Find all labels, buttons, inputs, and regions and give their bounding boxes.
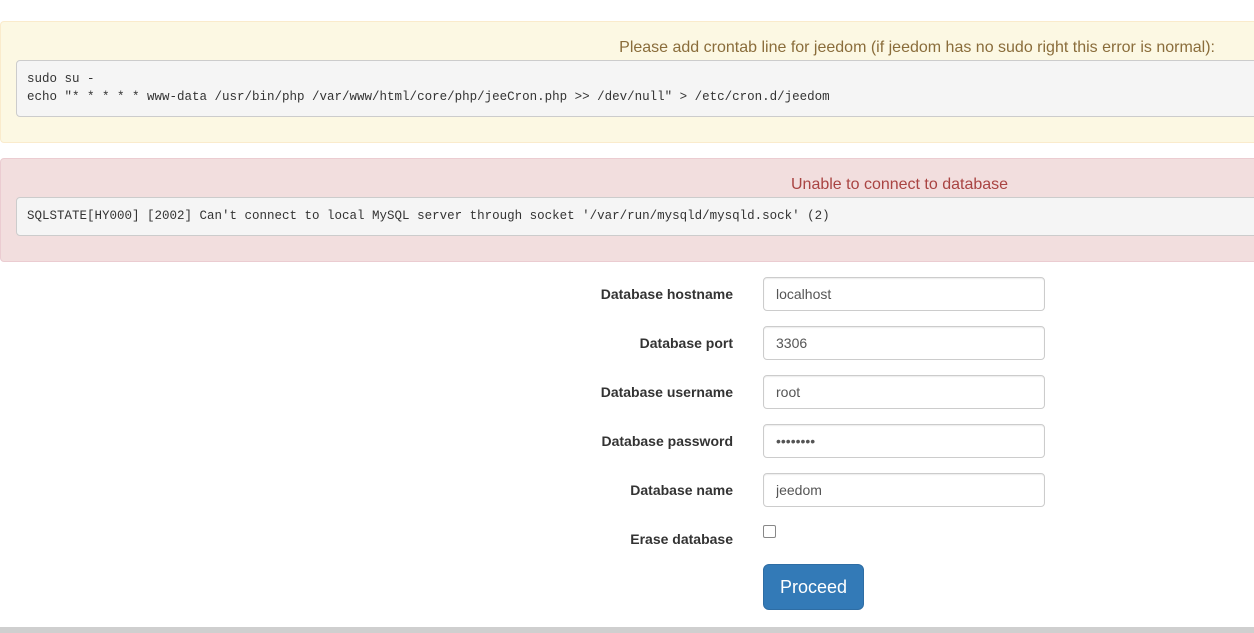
- database-error-code: SQLSTATE[HY000] [2002] Can't connect to …: [16, 197, 1254, 236]
- password-row: Database password: [0, 424, 1254, 458]
- port-row: Database port: [0, 326, 1254, 360]
- dbname-input[interactable]: [763, 473, 1045, 507]
- hostname-input[interactable]: [763, 277, 1045, 311]
- database-error-alert: Unable to connect to database SQLSTATE[H…: [0, 158, 1254, 262]
- database-error-title: Unable to connect to database: [791, 176, 1009, 193]
- erase-database-checkbox[interactable]: [763, 525, 776, 538]
- proceed-button[interactable]: Proceed: [763, 564, 864, 610]
- port-label: Database port: [639, 335, 733, 351]
- erase-row: Erase database: [0, 525, 1254, 559]
- crontab-command-code: sudo su - echo "* * * * * www-data /usr/…: [16, 60, 1254, 117]
- bottom-scrollbar-edge: [0, 627, 1254, 633]
- erase-database-label: Erase database: [630, 531, 733, 547]
- username-label: Database username: [600, 384, 733, 400]
- crontab-warning-title: Please add crontab line for jeedom (if j…: [619, 39, 1215, 56]
- hostname-label: Database hostname: [600, 286, 733, 302]
- crontab-warning-alert: Please add crontab line for jeedom (if j…: [0, 21, 1254, 143]
- username-row: Database username: [0, 375, 1254, 409]
- dbname-label: Database name: [630, 482, 733, 498]
- dbname-row: Database name: [0, 473, 1254, 507]
- username-input[interactable]: [763, 375, 1045, 409]
- port-input[interactable]: [763, 326, 1045, 360]
- password-label: Database password: [601, 433, 734, 449]
- password-input[interactable]: [763, 424, 1045, 458]
- hostname-row: Database hostname: [0, 277, 1254, 311]
